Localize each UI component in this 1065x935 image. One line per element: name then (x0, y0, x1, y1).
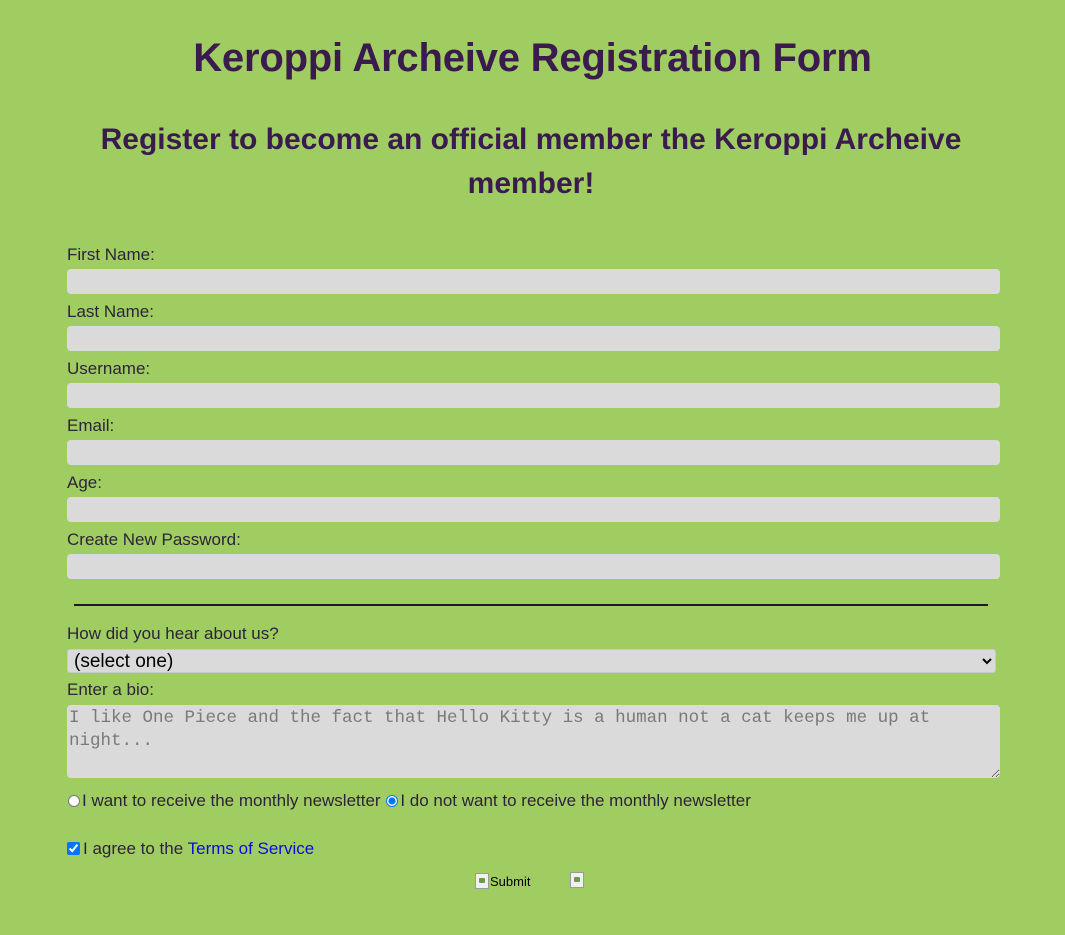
password-label: Create New Password: (67, 530, 241, 549)
last-name-input[interactable] (67, 326, 1000, 351)
terms-of-service-link[interactable]: Terms of Service (188, 839, 315, 858)
age-label: Age: (67, 473, 102, 492)
newsletter-no-radio[interactable] (386, 795, 399, 807)
source-select[interactable]: (select one) (67, 649, 996, 673)
email-label: Email: (67, 416, 115, 435)
bio-label: Enter a bio: (67, 680, 154, 699)
password-input[interactable] (67, 554, 1000, 579)
username-label: Username: (67, 359, 151, 378)
bio-textarea[interactable] (67, 705, 1000, 778)
newsletter-no-label: I do not want to receive the monthly new… (400, 791, 751, 810)
terms-text: I agree to the (83, 839, 188, 858)
registration-form: First Name: Last Name: Username: Email: … (67, 240, 1000, 582)
submit-button[interactable]: Submit (475, 873, 530, 889)
source-question-label: How did you hear about us? (67, 624, 279, 643)
newsletter-yes-label: I want to receive the monthly newsletter (82, 791, 386, 810)
username-input[interactable] (67, 383, 1000, 408)
terms-agreement: I agree to the Terms of Service (67, 837, 314, 861)
submit-button-alt-text: Submit (490, 873, 531, 889)
page-subtitle: Register to become an official member th… (100, 123, 962, 200)
first-name-label: First Name: (67, 245, 155, 264)
image-button[interactable] (570, 872, 585, 893)
page-title: Keroppi Archeive Registration Form (193, 36, 872, 80)
email-input[interactable] (67, 440, 1000, 465)
terms-checkbox[interactable] (67, 842, 80, 855)
first-name-input[interactable] (67, 269, 1000, 294)
broken-image-icon (570, 872, 584, 888)
last-name-label: Last Name: (67, 302, 154, 321)
age-input[interactable] (67, 497, 1000, 522)
newsletter-yes-radio[interactable] (68, 795, 80, 807)
registration-page: Keroppi Archeive Registration Form Regis… (0, 0, 1065, 935)
newsletter-options: I want to receive the monthly newsletter… (67, 789, 751, 813)
broken-image-icon (475, 873, 489, 889)
section-divider (74, 604, 988, 606)
